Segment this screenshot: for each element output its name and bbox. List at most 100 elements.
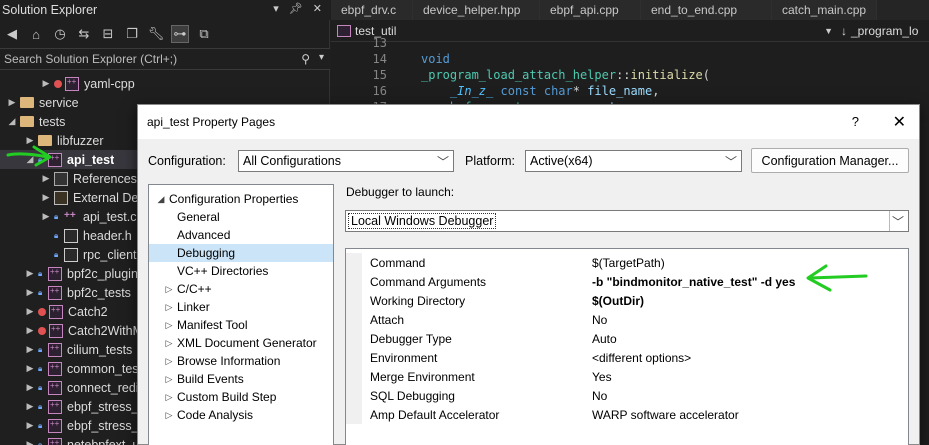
expand-arrow-icon[interactable]: ▷ bbox=[163, 320, 175, 331]
nav-item[interactable]: ▷ Linker bbox=[149, 298, 333, 316]
preview-icon[interactable]: ⊶ bbox=[171, 25, 189, 43]
property-value[interactable]: WARP software accelerator bbox=[592, 408, 739, 422]
expand-arrow-icon[interactable]: ▷ bbox=[163, 338, 175, 349]
expand-arrow-icon[interactable]: ▶ bbox=[40, 78, 52, 89]
expand-arrow-icon[interactable]: ▶ bbox=[24, 420, 36, 431]
panel-title-buttons: ▾ 📌︎ ✕ bbox=[273, 2, 322, 15]
expand-arrow-icon[interactable]: ▶ bbox=[24, 401, 36, 412]
property-value[interactable]: $(TargetPath) bbox=[592, 256, 665, 270]
property-row[interactable]: Working Directory $(OutDir) bbox=[346, 291, 908, 310]
expand-arrow-icon[interactable]: ▶ bbox=[24, 439, 36, 445]
property-value[interactable]: No bbox=[592, 313, 607, 327]
show-all-files-icon[interactable]: ❐ bbox=[124, 26, 140, 42]
nav-item[interactable]: General bbox=[149, 208, 333, 226]
expand-arrow-icon[interactable]: ▷ bbox=[163, 410, 175, 421]
configuration-manager-button[interactable]: Configuration Manager... bbox=[751, 148, 909, 173]
property-row[interactable]: Command Arguments -b "bindmonitor_native_… bbox=[346, 272, 908, 291]
nav-item[interactable]: ▷ XML Document Generator bbox=[149, 334, 333, 352]
editor-tab[interactable]: ebpf_drv.c bbox=[331, 0, 413, 20]
nav-item-label: Manifest Tool bbox=[177, 318, 248, 332]
expand-arrow-icon[interactable]: ▶ bbox=[24, 268, 36, 279]
property-name: Amp Default Accelerator bbox=[370, 407, 500, 422]
nav-item[interactable]: VC++ Directories bbox=[149, 262, 333, 280]
editor-tab[interactable]: catch_main.cpp bbox=[772, 0, 878, 20]
expanded-arrow-icon[interactable]: ◢ bbox=[24, 154, 36, 165]
search-input[interactable]: Search Solution Explorer (Ctrl+;) bbox=[4, 52, 177, 66]
expand-arrow-icon[interactable]: ▶ bbox=[24, 287, 36, 298]
expanded-arrow-icon[interactable]: ◢ bbox=[6, 116, 18, 127]
expand-arrow-icon[interactable]: ▶ bbox=[24, 382, 36, 393]
close-icon[interactable]: ✕ bbox=[313, 2, 322, 15]
expand-arrow-icon[interactable]: ▷ bbox=[163, 374, 175, 385]
property-value[interactable]: No bbox=[592, 389, 607, 403]
property-row[interactable]: SQL Debugging No bbox=[346, 386, 908, 405]
solution-explorer-search[interactable]: Search Solution Explorer (Ctrl+;) ⚲ ▾ bbox=[0, 48, 330, 70]
chevron-down-icon[interactable]: ▾ bbox=[273, 2, 279, 15]
nav-item[interactable]: ▷ Custom Build Step bbox=[149, 388, 333, 406]
class-view-icon[interactable]: ⧉ bbox=[196, 26, 212, 42]
nav-item[interactable]: ▷ C/C++ bbox=[149, 280, 333, 298]
nav-item[interactable]: ▷ Build Events bbox=[149, 370, 333, 388]
history-icon[interactable]: ◷ bbox=[52, 26, 68, 42]
expand-arrow-icon[interactable]: ▶ bbox=[24, 325, 36, 336]
project-icon bbox=[48, 399, 62, 414]
property-value[interactable]: <different options> bbox=[592, 351, 691, 365]
help-button[interactable]: ? bbox=[852, 114, 859, 129]
member-dropdown[interactable]: ↓ _program_lo bbox=[841, 24, 918, 38]
search-icon[interactable]: ⚲ bbox=[301, 52, 310, 66]
property-name: Working Directory bbox=[370, 293, 466, 308]
close-button[interactable]: ✕ bbox=[893, 112, 906, 132]
configuration-dropdown[interactable]: All Configurations ﹀ bbox=[238, 150, 454, 172]
property-row[interactable]: Command $(TargetPath) bbox=[346, 253, 908, 272]
nav-item[interactable]: ▷ Browse Information bbox=[149, 352, 333, 370]
expand-arrow-icon[interactable]: ▷ bbox=[163, 356, 175, 367]
expand-arrow-icon[interactable]: ▶ bbox=[24, 306, 36, 317]
nav-item[interactable]: Debugging bbox=[149, 244, 333, 262]
back-icon[interactable]: ◀ bbox=[4, 26, 20, 42]
nav-item[interactable]: ▷ Manifest Tool bbox=[149, 316, 333, 334]
tree-item-label: bpf2c_tests bbox=[67, 285, 131, 300]
property-row[interactable]: Attach No bbox=[346, 310, 908, 329]
nav-item[interactable]: ◢ Configuration Properties bbox=[149, 190, 333, 208]
property-value[interactable]: Yes bbox=[592, 370, 612, 384]
expand-arrow-icon[interactable]: ◢ bbox=[155, 194, 167, 205]
editor-tab[interactable]: device_helper.hpp bbox=[413, 0, 540, 20]
expand-arrow-icon[interactable]: ▷ bbox=[163, 284, 175, 295]
pin-icon[interactable]: 📌︎ bbox=[289, 2, 303, 15]
expand-arrow-icon[interactable]: ▷ bbox=[163, 302, 175, 313]
editor-tab[interactable]: end_to_end.cpp bbox=[641, 0, 772, 20]
project-icon bbox=[48, 380, 62, 395]
nav-item[interactable]: Advanced bbox=[149, 226, 333, 244]
platform-dropdown[interactable]: Active(x64) ﹀ bbox=[525, 150, 742, 172]
debugger-dropdown[interactable]: Local Windows Debugger ﹀ bbox=[345, 210, 909, 232]
editor-tab[interactable]: ebpf_api.cpp bbox=[540, 0, 641, 20]
property-row[interactable]: Environment <different options> bbox=[346, 348, 908, 367]
expand-arrow-icon[interactable]: ▷ bbox=[163, 392, 175, 403]
expand-arrow-icon[interactable]: ▶ bbox=[40, 192, 52, 203]
chevron-down-icon[interactable]: ▼ bbox=[824, 26, 833, 36]
property-value[interactable]: $(OutDir) bbox=[592, 294, 644, 308]
sync-icon[interactable]: ⇆ bbox=[76, 26, 92, 42]
property-name: Command Arguments bbox=[370, 274, 487, 289]
property-value[interactable]: Auto bbox=[592, 332, 617, 346]
property-row[interactable]: Amp Default Accelerator WARP software acc… bbox=[346, 405, 908, 424]
home-icon[interactable]: ⌂ bbox=[28, 26, 44, 42]
property-row[interactable]: Merge Environment Yes bbox=[346, 367, 908, 386]
expand-arrow-icon[interactable]: ▶ bbox=[40, 173, 52, 184]
tree-item[interactable]: ▶ yaml-cpp bbox=[0, 74, 330, 93]
row-gutter bbox=[346, 367, 362, 386]
expand-arrow-icon[interactable]: ▶ bbox=[24, 135, 36, 146]
chevron-down-icon: ﹀ bbox=[891, 215, 904, 229]
collapse-all-icon[interactable]: ⊟ bbox=[100, 26, 116, 42]
expand-arrow-icon[interactable]: ▶ bbox=[6, 97, 18, 108]
expand-arrow-icon[interactable]: ▶ bbox=[40, 211, 52, 222]
dialog-title: api_test Property Pages bbox=[147, 115, 276, 129]
property-value[interactable]: -b "bindmonitor_native_test" -d yes bbox=[592, 275, 795, 289]
wrench-icon[interactable]: 🔧︎ bbox=[148, 26, 165, 42]
chevron-down-icon[interactable]: ▾ bbox=[319, 52, 324, 63]
expand-arrow-icon[interactable]: ▶ bbox=[24, 344, 36, 355]
expand-arrow-icon[interactable]: ▶ bbox=[24, 363, 36, 374]
member-icon: ↓ bbox=[841, 23, 847, 38]
property-row[interactable]: Debugger Type Auto bbox=[346, 329, 908, 348]
nav-item[interactable]: ▷ Code Analysis bbox=[149, 406, 333, 424]
